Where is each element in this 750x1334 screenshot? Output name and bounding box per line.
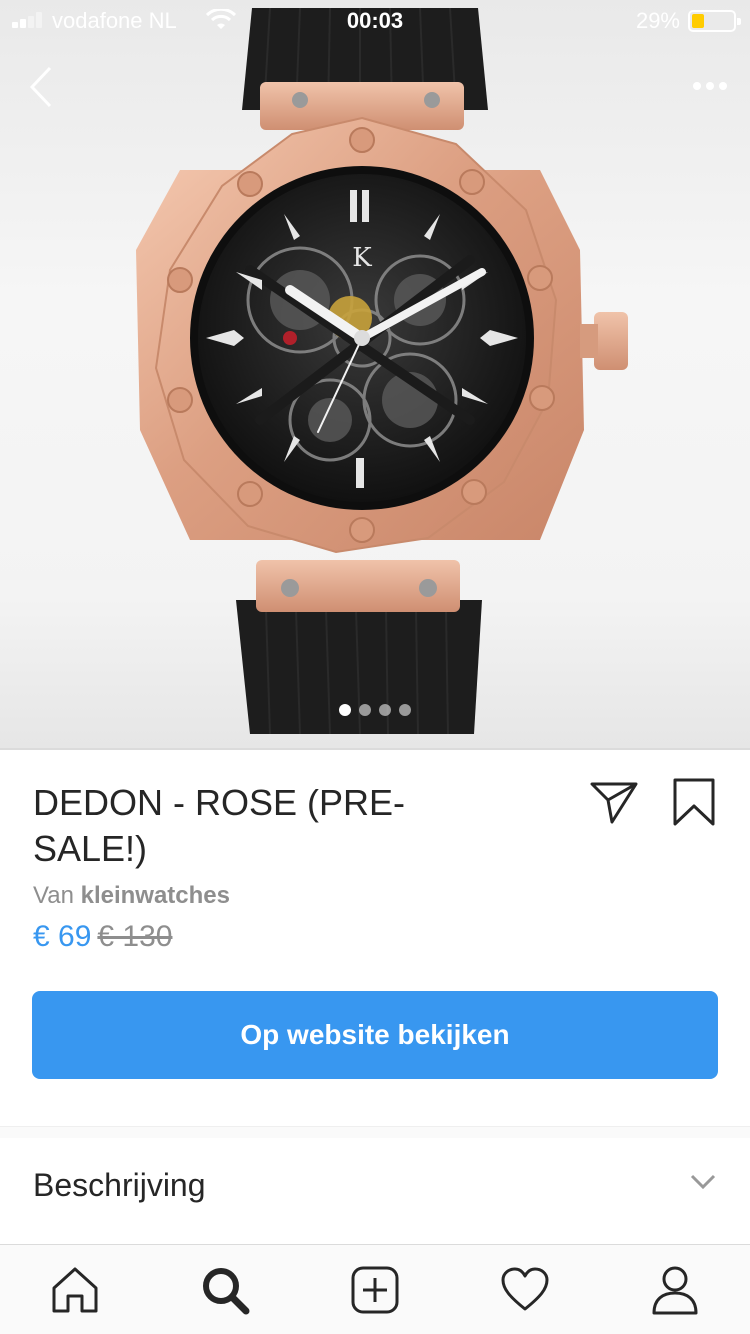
battery-icon	[688, 10, 741, 32]
status-bar: vodafone NL 00:03 29%	[0, 0, 750, 40]
save-button[interactable]	[670, 776, 718, 830]
more-options-button[interactable]	[690, 72, 730, 100]
tab-profile[interactable]	[600, 1245, 750, 1334]
carousel-indicator	[0, 704, 750, 716]
description-row[interactable]: Beschrijving	[0, 1138, 750, 1244]
seller-line: Van kleinwatches	[33, 882, 230, 910]
carousel-dot[interactable]	[399, 704, 411, 716]
home-icon	[52, 1267, 98, 1313]
carousel-dot[interactable]	[359, 704, 371, 716]
dial-logo: K	[352, 243, 372, 273]
seller-name[interactable]: kleinwatches	[81, 882, 230, 909]
bottom-tab-bar	[0, 1244, 750, 1334]
heart-icon	[501, 1267, 549, 1311]
search-icon	[203, 1268, 250, 1315]
tab-new-post[interactable]	[300, 1245, 450, 1334]
paper-plane-icon	[590, 782, 638, 824]
tab-activity[interactable]	[450, 1245, 600, 1334]
view-on-website-button[interactable]: Op website bekijken	[32, 991, 718, 1079]
product-image: K	[136, 7, 628, 735]
tab-search[interactable]	[150, 1245, 300, 1334]
divider	[0, 748, 750, 750]
share-button[interactable]	[588, 778, 640, 826]
add-post-icon	[351, 1266, 399, 1314]
back-chevron-icon	[29, 66, 52, 108]
carousel-dot[interactable]	[379, 704, 391, 716]
product-title: DEDON - ROSE (PRE-SALE!)	[33, 782, 406, 869]
description-label: Beschrijving	[33, 1167, 206, 1203]
product-image-carousel[interactable]: K vodafone NL 00:03 29%	[0, 0, 750, 748]
original-price: € 130	[97, 920, 173, 953]
tab-home[interactable]	[0, 1245, 150, 1334]
current-price: € 69	[33, 920, 92, 953]
chevron-down-icon	[690, 1174, 716, 1190]
carousel-dot[interactable]	[339, 704, 351, 716]
bookmark-icon	[673, 778, 715, 826]
more-dots-icon	[693, 82, 727, 90]
section-separator	[0, 1126, 750, 1138]
profile-icon	[652, 1266, 698, 1315]
battery-percentage: 29%	[635, 8, 680, 33]
price: € 69 € 130	[33, 920, 172, 954]
seller-prefix: Van	[33, 882, 74, 909]
back-button[interactable]	[22, 64, 62, 110]
